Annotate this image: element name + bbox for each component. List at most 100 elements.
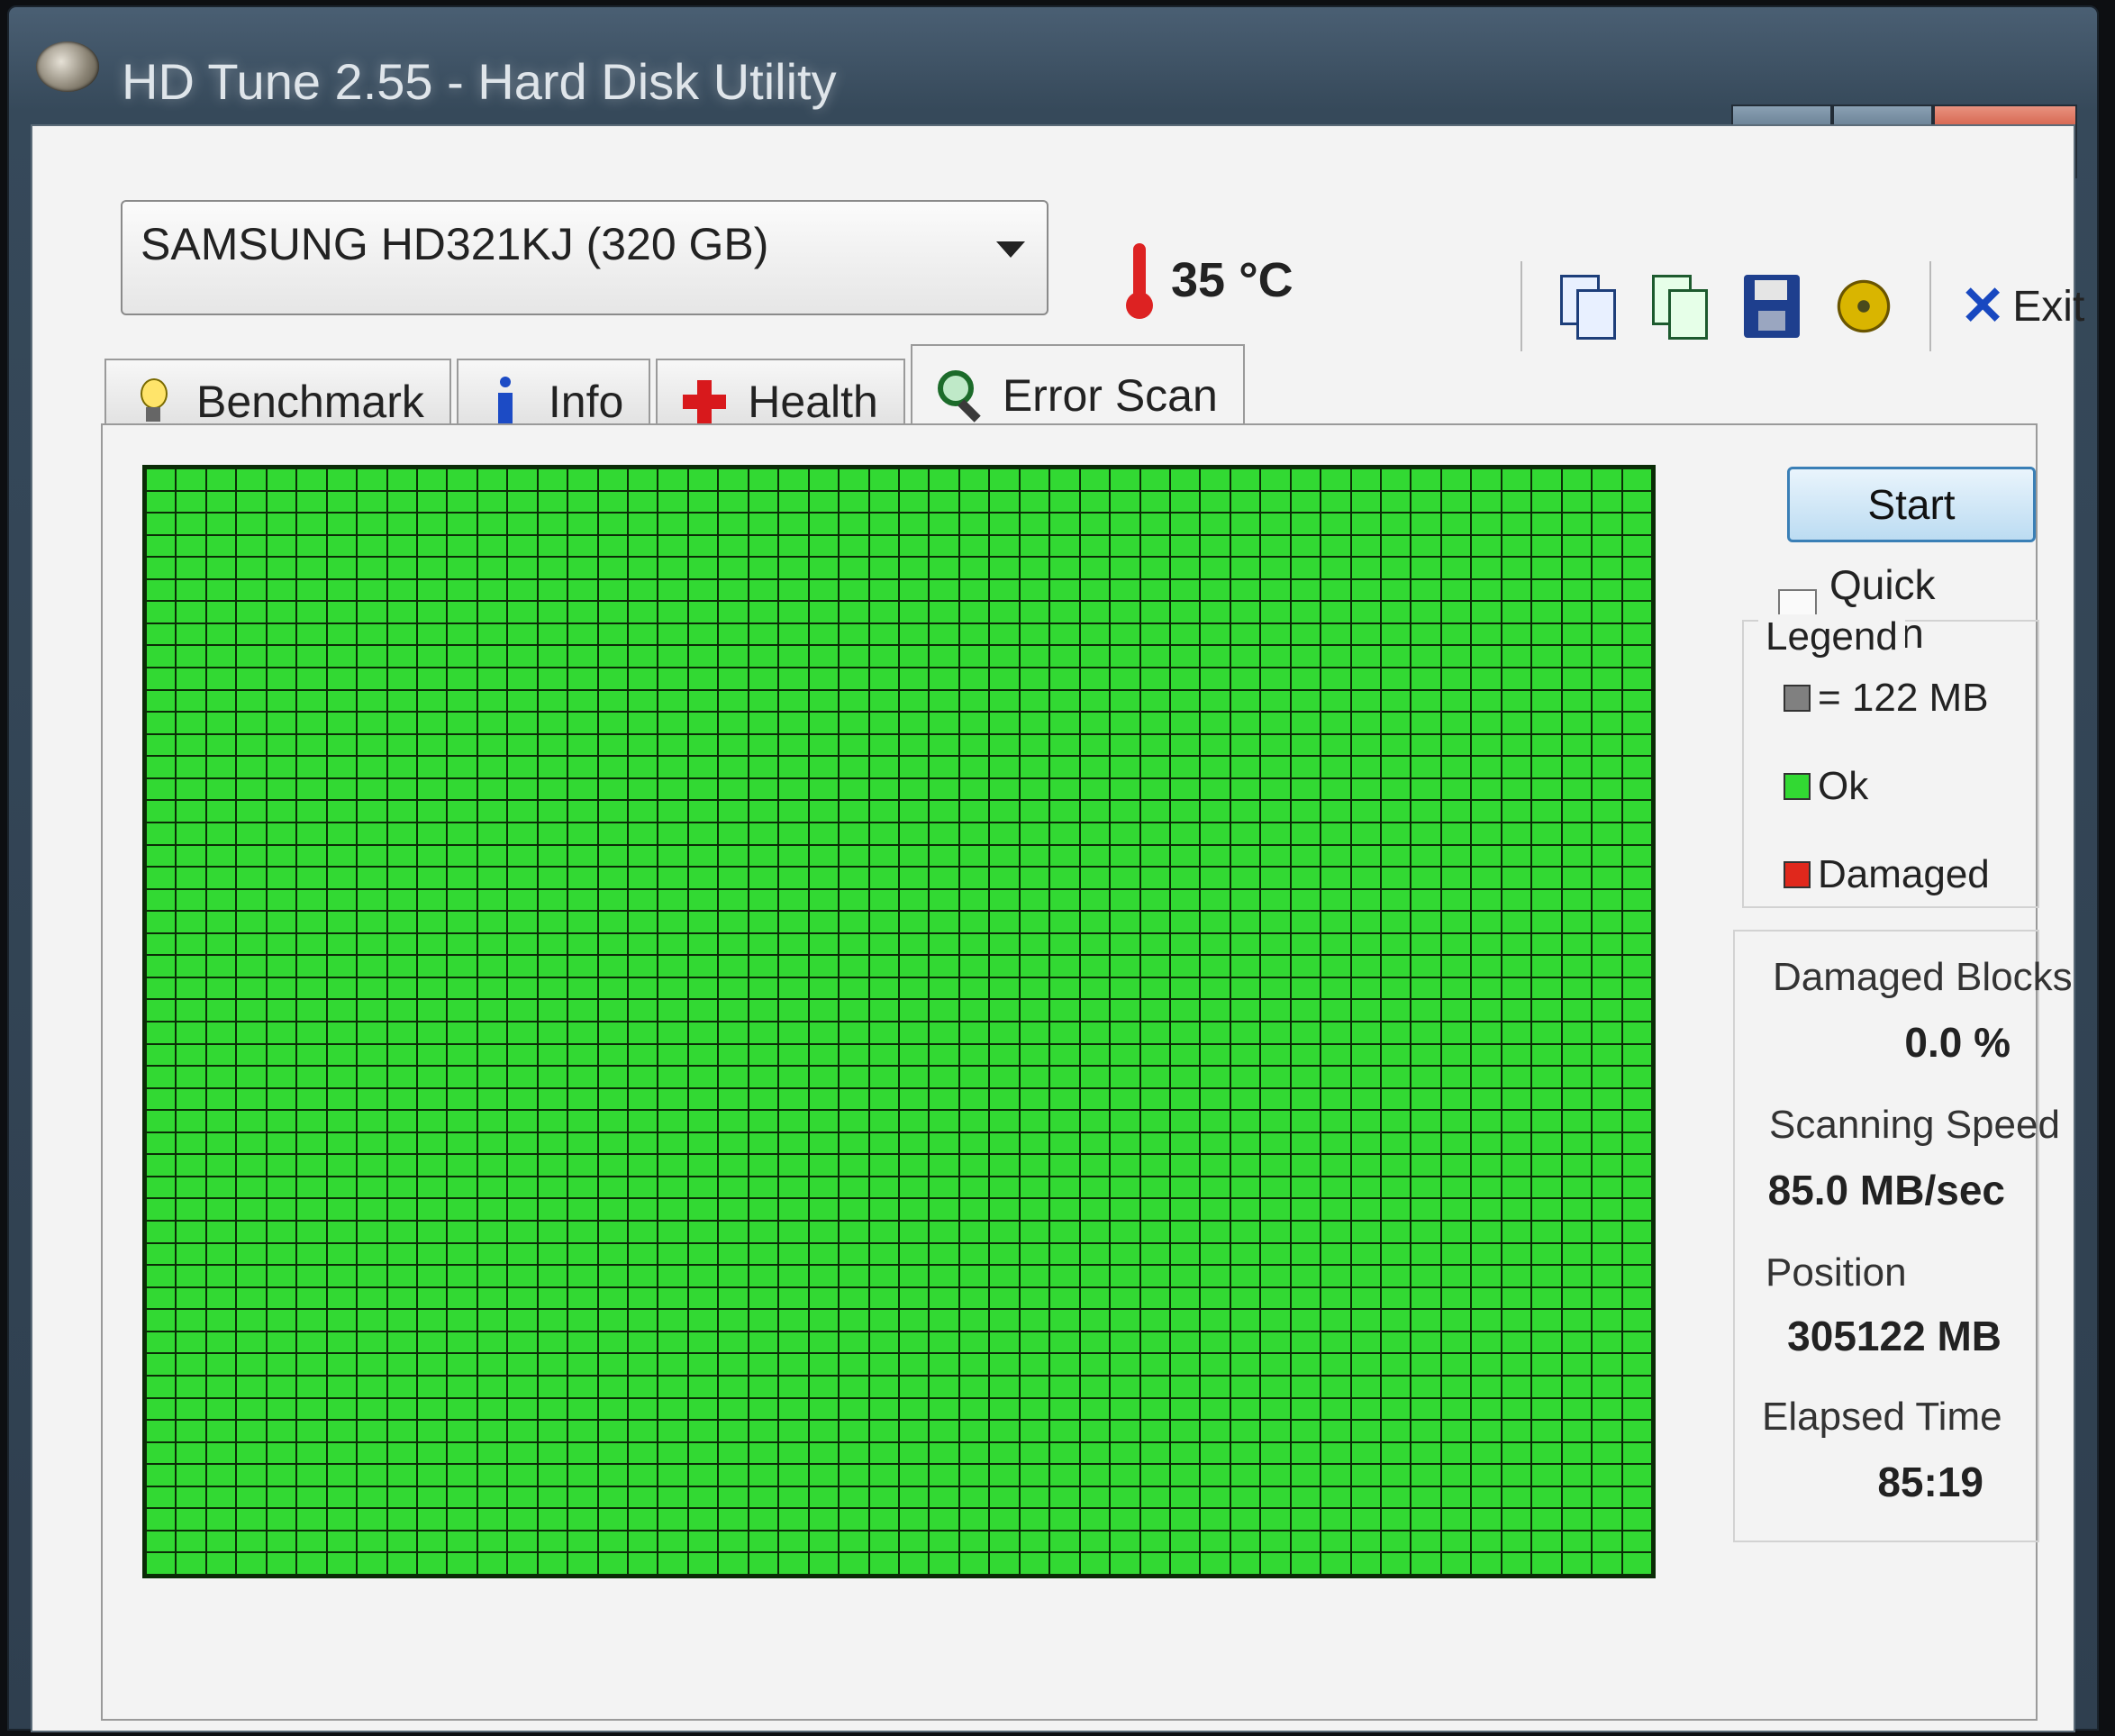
scan-block — [1593, 1310, 1621, 1331]
scan-block — [749, 1111, 778, 1132]
scan-block — [477, 514, 507, 534]
scan-block — [658, 933, 687, 955]
scan-block — [417, 933, 447, 955]
scan-block — [1351, 668, 1381, 689]
scan-block — [719, 1398, 748, 1420]
scan-block — [869, 1531, 898, 1552]
scan-block — [448, 469, 477, 490]
scan-block — [297, 757, 326, 777]
scan-block — [990, 1243, 1019, 1265]
scan-block — [508, 977, 537, 999]
scan-block — [1562, 1354, 1592, 1375]
scan-block — [779, 1222, 808, 1242]
drive-select[interactable]: SAMSUNG HD321KJ (320 GB) — [121, 200, 1048, 315]
save-icon[interactable] — [1744, 275, 1800, 338]
scan-block — [1261, 690, 1290, 712]
scan-block — [1502, 1332, 1531, 1353]
scan-block — [327, 514, 357, 534]
scan-block — [1441, 558, 1471, 578]
scan-block — [1111, 1332, 1139, 1353]
scan-block — [1230, 977, 1260, 999]
scan-block — [297, 933, 326, 955]
scan-block — [237, 1465, 266, 1486]
scan-block — [1502, 1132, 1531, 1154]
scan-block — [387, 977, 416, 999]
scan-block — [448, 757, 477, 777]
scan-block — [1230, 646, 1260, 668]
scan-block — [658, 1398, 687, 1420]
scan-block — [598, 535, 628, 557]
scan-block — [779, 668, 808, 689]
exit-button[interactable]: ✕ Exit — [1960, 279, 2084, 333]
scan-block — [840, 1531, 868, 1552]
scan-block — [779, 1044, 808, 1066]
scan-block — [959, 1067, 989, 1087]
scan-block-map — [142, 465, 1656, 1578]
scan-block — [1593, 1509, 1621, 1530]
scan-block — [448, 1177, 477, 1198]
scan-block — [840, 1287, 868, 1309]
scan-block — [809, 1132, 839, 1154]
scan-block — [508, 1177, 537, 1198]
scan-block — [237, 1000, 266, 1021]
scan-block — [1020, 801, 1049, 822]
scan-block — [477, 646, 507, 668]
scan-block — [900, 823, 929, 844]
scan-block — [629, 1044, 658, 1066]
scan-block — [598, 1132, 628, 1154]
scan-block — [688, 690, 718, 712]
scan-block — [809, 491, 839, 513]
scan-block — [267, 579, 296, 601]
scan-block — [930, 1243, 958, 1265]
scan-block — [417, 734, 447, 756]
scan-block — [538, 1442, 567, 1464]
scan-block — [206, 1509, 236, 1530]
scan-block — [629, 912, 658, 932]
scan-block — [387, 668, 416, 689]
scan-block — [1050, 778, 1079, 800]
scan-block — [1230, 535, 1260, 557]
scan-block — [598, 778, 628, 800]
options-gear-icon[interactable] — [1836, 275, 1892, 338]
start-button[interactable]: Start — [1787, 467, 2036, 542]
scan-block — [1291, 579, 1321, 601]
scan-block — [538, 933, 567, 955]
scan-block — [1201, 734, 1230, 756]
scan-block — [147, 1332, 176, 1353]
scan-block — [719, 1111, 748, 1132]
scan-block — [1291, 1155, 1321, 1176]
scan-block — [267, 690, 296, 712]
scan-block — [1532, 1022, 1561, 1043]
scan-block — [1472, 977, 1501, 999]
scan-block — [1532, 623, 1561, 645]
scan-block — [719, 845, 748, 867]
scan-block — [568, 1398, 597, 1420]
scan-block — [387, 646, 416, 668]
scan-block — [1351, 646, 1381, 668]
scan-block — [327, 469, 357, 490]
scan-block — [477, 1177, 507, 1198]
scan-block — [749, 1376, 778, 1397]
scan-block — [1382, 1376, 1411, 1397]
scan-block — [358, 690, 386, 712]
scan-block — [1622, 1088, 1651, 1110]
copy-screenshot-icon[interactable] — [1652, 275, 1708, 340]
scan-block — [267, 558, 296, 578]
scan-block — [1140, 1442, 1169, 1464]
scan-block — [477, 956, 507, 977]
scan-block — [327, 956, 357, 977]
scan-block — [1201, 558, 1230, 578]
copy-text-icon[interactable] — [1560, 275, 1616, 340]
scan-block — [809, 1177, 839, 1198]
scan-block — [658, 956, 687, 977]
scan-block — [658, 579, 687, 601]
scan-block — [297, 956, 326, 977]
scan-block — [387, 1553, 416, 1574]
scan-block — [869, 1199, 898, 1221]
scan-block — [1201, 1376, 1230, 1397]
scan-block — [598, 1287, 628, 1309]
scan-block — [990, 1376, 1019, 1397]
thermometer-icon — [1124, 243, 1153, 319]
chevron-down-icon[interactable] — [996, 241, 1025, 258]
scan-block — [1321, 1553, 1350, 1574]
